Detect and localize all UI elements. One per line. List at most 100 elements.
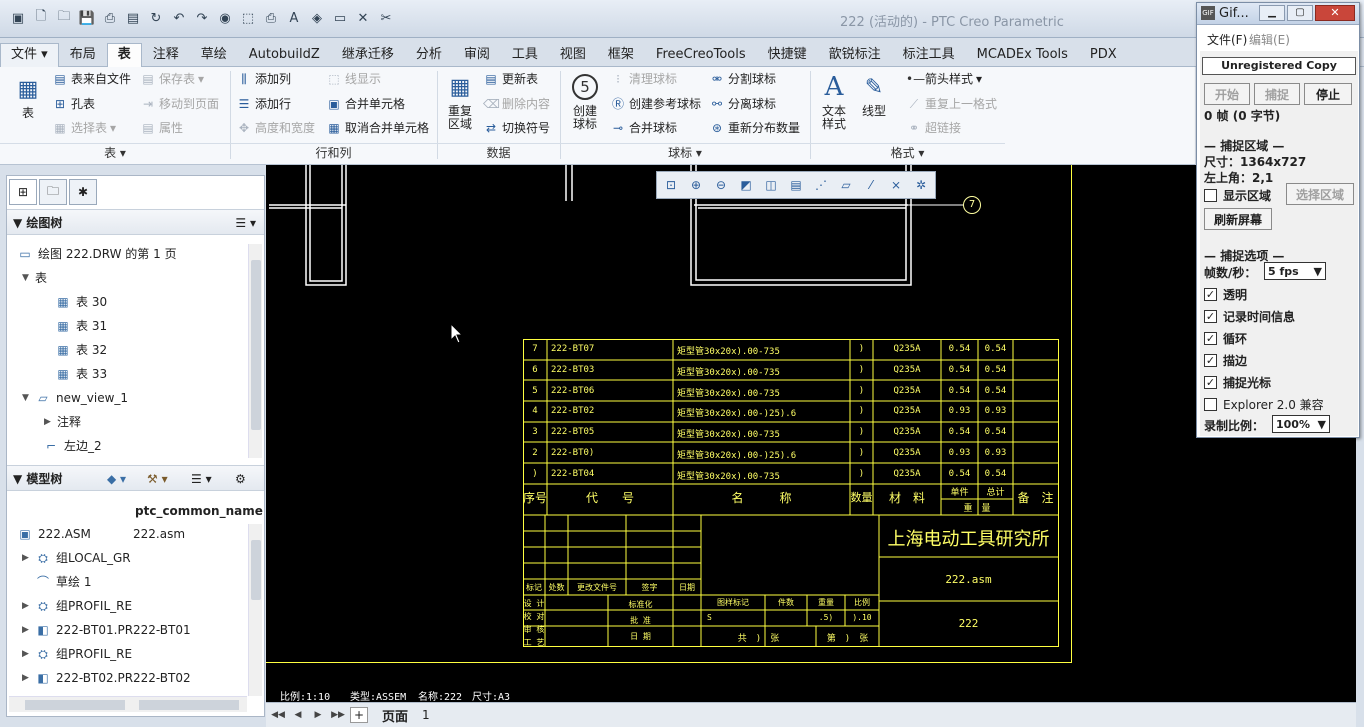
- prev-page-icon[interactable]: ◀: [290, 707, 306, 723]
- line-style-button[interactable]: ✎ 线型: [856, 71, 892, 118]
- model-item-group[interactable]: ▶ ⛭ 组PROFIL_RE: [21, 644, 132, 664]
- hole-table-button[interactable]: ⊞ 孔表: [52, 94, 95, 114]
- expand-icon[interactable]: ▶: [21, 644, 30, 664]
- select-area-button[interactable]: 选择区域: [1286, 183, 1354, 205]
- page-tab-number[interactable]: 1: [422, 708, 430, 722]
- split-balloon-button[interactable]: ⚮ 分割球标: [709, 69, 776, 89]
- tree-item-left-2[interactable]: ⌐ 左边_2: [43, 436, 102, 456]
- select-box-icon[interactable]: ⬚: [238, 8, 258, 28]
- switch-symbol-button[interactable]: ⇄ 切换符号: [483, 118, 550, 138]
- create-balloon-button[interactable]: 5 创建球标: [564, 71, 606, 131]
- new-icon[interactable]: 🗋: [31, 8, 51, 28]
- print-icon[interactable]: ⎙: [261, 8, 281, 28]
- tab-frame[interactable]: 框架: [597, 43, 645, 67]
- tab-file[interactable]: 文件 ▾: [0, 43, 59, 67]
- expand-icon[interactable]: ▶: [21, 596, 30, 616]
- first-page-icon[interactable]: ◀◀: [270, 707, 286, 723]
- tab-sketch[interactable]: 草绘: [190, 43, 238, 67]
- tab-annotate[interactable]: 注释: [142, 43, 190, 67]
- detach-balloon-button[interactable]: ⚯ 分离球标: [709, 94, 776, 114]
- tree-item-annotations[interactable]: ▶ 注释: [43, 412, 81, 432]
- tab-legacy-migration[interactable]: 继承迁移: [331, 43, 405, 67]
- model-item-group[interactable]: ▶ ⛭ 组LOCAL_GR: [21, 548, 131, 568]
- balloon-7[interactable]: 7: [963, 196, 981, 214]
- tree-item-table-30[interactable]: ▦ 表 30: [55, 292, 107, 312]
- explorer-checkbox[interactable]: Explorer 2.0 兼容: [1204, 395, 1324, 413]
- capture-button[interactable]: 捕捉: [1254, 83, 1300, 105]
- hscroll-thumb[interactable]: [139, 700, 239, 710]
- properties-button[interactable]: ▤ 属性: [140, 118, 183, 138]
- tree-item-sheet[interactable]: ▭ 绘图 222.DRW 的第 1 页: [17, 244, 176, 264]
- tree-settings-icon[interactable]: ☰ ▾: [235, 210, 256, 236]
- model-item-root[interactable]: ▣ 222.ASM: [17, 524, 91, 544]
- favorites-tab[interactable]: ✱: [69, 179, 97, 205]
- table-from-file-button[interactable]: ▤ 表来自文件: [52, 69, 131, 89]
- save-icon[interactable]: 💾: [77, 8, 97, 28]
- regen-icon[interactable]: ↻: [146, 8, 166, 28]
- cursor-checkbox[interactable]: ✓ 捕捉光标: [1204, 373, 1271, 391]
- loop-checkbox[interactable]: ✓ 循环: [1204, 329, 1247, 347]
- model-item-part[interactable]: ▶ ◧ 222-BT02.PR: [21, 668, 133, 688]
- hyperlink-button[interactable]: ⚭ 超链接: [906, 118, 961, 138]
- timing-checkbox[interactable]: ✓ 记录时间信息: [1204, 307, 1295, 325]
- tree-item-table-33[interactable]: ▦ 表 33: [55, 364, 107, 384]
- menu-edit[interactable]: 编辑(E): [1249, 31, 1290, 48]
- maximize-button[interactable]: ▢: [1287, 5, 1313, 21]
- select-table-button[interactable]: ▦ 选择表 ▾: [52, 118, 116, 138]
- datum-plane-icon[interactable]: ▱: [834, 174, 858, 196]
- redistribute-qty-button[interactable]: ⊛ 重新分布数量: [709, 118, 800, 138]
- redo-icon[interactable]: ↷: [192, 8, 212, 28]
- expand-icon[interactable]: ▶: [43, 412, 52, 432]
- merge-balloon-button[interactable]: ⊸ 合并球标: [610, 118, 677, 138]
- height-width-button[interactable]: ✥ 高度和宽度: [236, 118, 315, 138]
- scroll-thumb[interactable]: [251, 540, 261, 600]
- folder-browser-tab[interactable]: 🗀: [39, 179, 67, 205]
- model-tree-column-header[interactable]: ptc_common_name: [135, 504, 263, 518]
- bom-table[interactable]: 7 222-BT07 矩型管30x20x).00-735) Q235A 0.54 0.54…: [523, 339, 1059, 647]
- arrow-style-button[interactable]: •— 箭头样式 ▾: [906, 69, 982, 89]
- text-style-button[interactable]: A 文本样式: [814, 71, 854, 131]
- zoom-in-icon[interactable]: ⊕: [684, 174, 708, 196]
- ratio-select[interactable]: 100% ▼: [1272, 415, 1330, 433]
- group-format-label[interactable]: 格式 ▾: [810, 143, 1005, 161]
- dwg-icon[interactable]: ▤: [123, 8, 143, 28]
- zoom-out-icon[interactable]: ⊖: [709, 174, 733, 196]
- erase-icon[interactable]: ◈: [307, 8, 327, 28]
- app-icon[interactable]: ▣: [8, 8, 28, 28]
- tab-autobuildz[interactable]: AutobuildZ: [238, 43, 331, 67]
- tab-tools[interactable]: 工具: [501, 43, 549, 67]
- model-tree-header[interactable]: ▼ 模型树 ◆ ▾ ⚒ ▾ ☰ ▾ ⚙: [7, 465, 264, 491]
- tree-item-table-31[interactable]: ▦ 表 31: [55, 316, 107, 336]
- model-item-part[interactable]: ▶ ◧ 222-BT01.PR: [21, 620, 133, 640]
- delete-content-button[interactable]: ⌫ 删除内容: [483, 94, 550, 114]
- scroll-thumb[interactable]: [251, 260, 261, 430]
- move-to-page-button[interactable]: ⇥ 移动到页面: [140, 94, 219, 114]
- unmerge-cells-button[interactable]: ▦ 取消合并单元格: [326, 118, 429, 138]
- merge-cells-button[interactable]: ▣ 合并单元格: [326, 94, 405, 114]
- model-tree-scrollbar[interactable]: [248, 524, 262, 696]
- close-button[interactable]: ✕: [1315, 5, 1355, 21]
- undo-icon[interactable]: ↶: [169, 8, 189, 28]
- expand-icon[interactable]: ▶: [21, 620, 30, 640]
- expand-icon[interactable]: ▶: [21, 668, 30, 688]
- drawing-tree-header[interactable]: ▼ 绘图树 ☰ ▾: [7, 209, 264, 235]
- tree-item-tables[interactable]: ▼ 表: [21, 268, 47, 288]
- update-table-button[interactable]: ▤ 更新表: [483, 69, 538, 89]
- model-item-group[interactable]: ▶ ⛭ 组PROFIL_RE: [21, 596, 132, 616]
- border-checkbox[interactable]: ✓ 描边: [1204, 351, 1247, 369]
- collapse-icon[interactable]: ▼: [21, 268, 30, 288]
- csys-icon[interactable]: ⨯: [884, 174, 908, 196]
- annotations-display-icon[interactable]: ✲: [909, 174, 933, 196]
- tab-pdx[interactable]: PDX: [1079, 43, 1128, 67]
- drawing-canvas[interactable]: 7 ⊡ ⊕ ⊖ ◩ ◫ ▤ ⋰ ▱ ⁄ ⨯ ✲ 7 222-BT07 矩型管30…: [266, 165, 1356, 702]
- model-tree-tab[interactable]: ⊞: [9, 179, 37, 205]
- show-icon[interactable]: ◆ ▾: [107, 466, 126, 492]
- refit-icon[interactable]: ⊡: [659, 174, 683, 196]
- next-page-icon[interactable]: ▶: [310, 707, 326, 723]
- clear-balloon-button[interactable]: ⁝ 清理球标: [610, 69, 677, 89]
- expand-icon[interactable]: ▶: [21, 548, 30, 568]
- show-area-checkbox[interactable]: 显示区域: [1204, 186, 1271, 204]
- open-icon[interactable]: 🗀: [54, 8, 74, 28]
- tree-item-view[interactable]: ▼ ▱ new_view_1: [21, 388, 128, 408]
- repeat-region-button[interactable]: ▦ 重复区域: [442, 71, 478, 131]
